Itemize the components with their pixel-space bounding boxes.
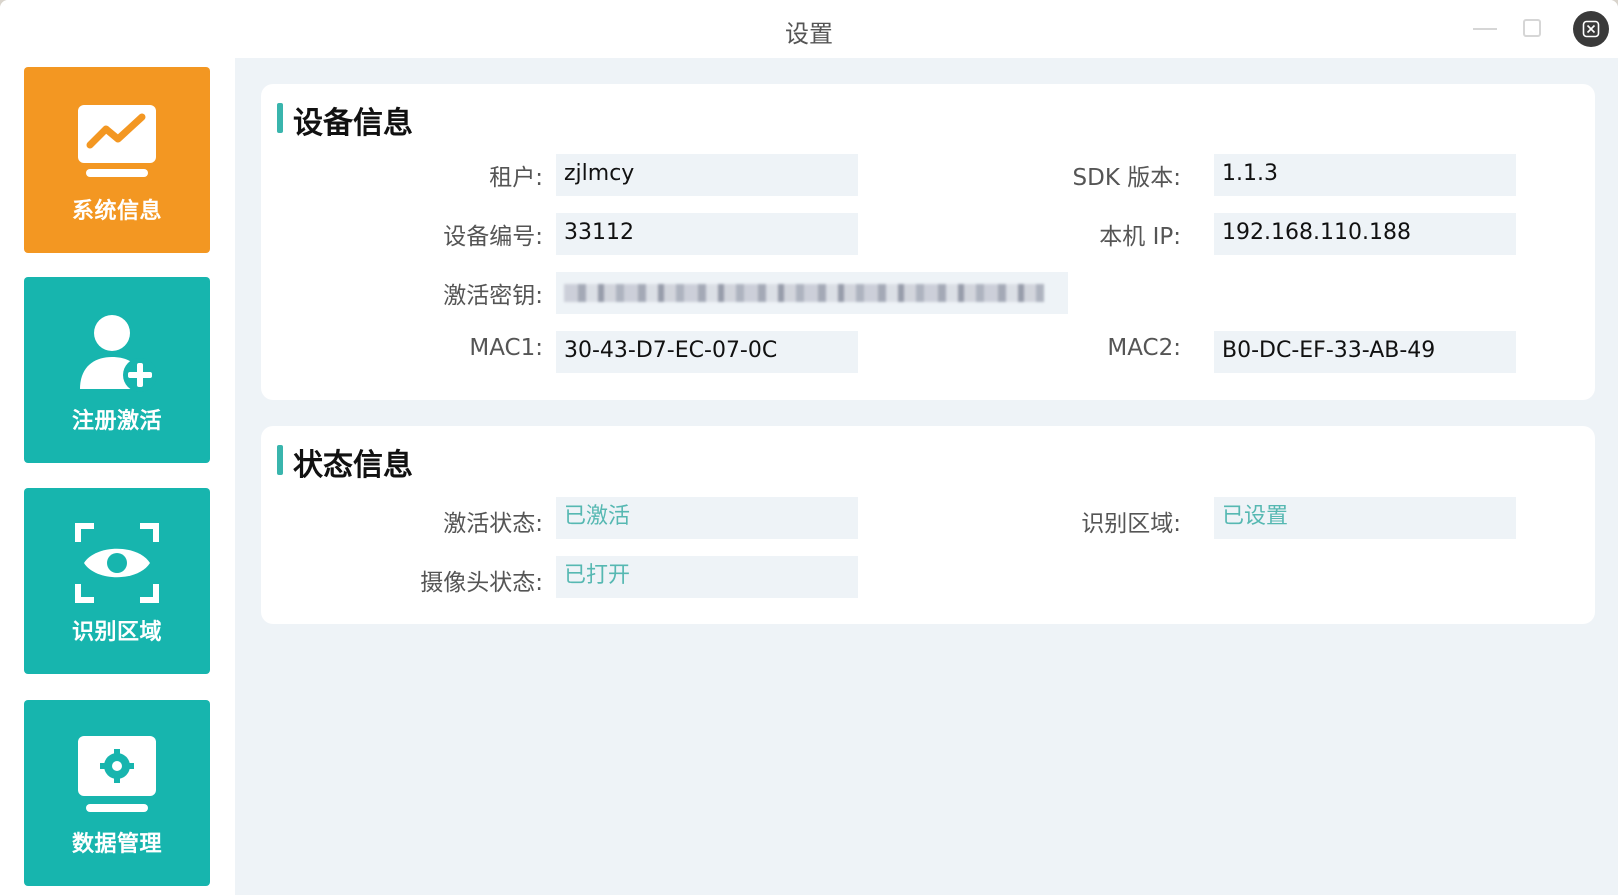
mac1-value: 30-43-D7-EC-07-0C	[556, 331, 858, 373]
recognition-area-label: 识别区域:	[1081, 511, 1181, 537]
camera-status-label: 摄像头状态:	[420, 570, 543, 596]
nav-register-activate[interactable]: 注册激活	[24, 277, 210, 463]
status-info-card: 状态信息 激活状态: 已激活 识别区域: 已设置 摄像头状态: 已打开	[261, 426, 1595, 624]
device-info-title: 设备信息	[277, 98, 413, 142]
local-ip-label: 本机 IP:	[1099, 224, 1181, 250]
nav-system-info[interactable]: 系统信息	[24, 67, 210, 253]
mac2-label: MAC2:	[1107, 335, 1181, 361]
device-number-label: 设备编号:	[443, 224, 543, 250]
sdk-version-value: 1.1.3	[1214, 154, 1516, 196]
device-number-value: 33112	[556, 213, 858, 255]
tenant-label: 租户:	[489, 165, 543, 191]
device-info-card: 设备信息 租户: zjlmcy SDK 版本: 1.1.3 设备编号: 3311…	[261, 84, 1595, 400]
title-bar: 设置	[0, 0, 1618, 58]
mac2-value: B0-DC-EF-33-AB-49	[1214, 331, 1516, 373]
activation-key-label: 激活密钥:	[443, 283, 543, 309]
nav-label-recognition-area: 识别区域	[71, 620, 162, 645]
minimize-button[interactable]	[1473, 28, 1497, 30]
gear-monitor-icon	[78, 736, 156, 812]
settings-window: 设置 系统信息 注册激活 识别区域 数据管理 设备信息 租户: zjlmcy S…	[0, 0, 1618, 895]
nav-label-data-management: 数据管理	[71, 832, 162, 857]
user-add-icon	[80, 315, 157, 392]
sidebar: 系统信息 注册激活 识别区域 数据管理	[0, 58, 235, 895]
activation-status-value: 已激活	[556, 497, 858, 539]
redacted-key	[564, 284, 1044, 302]
close-icon	[1582, 20, 1600, 38]
nav-label-register-activate: 注册激活	[71, 409, 162, 434]
mac1-label: MAC1:	[469, 335, 543, 361]
local-ip-value: 192.168.110.188	[1214, 213, 1516, 255]
main-content: 设备信息 租户: zjlmcy SDK 版本: 1.1.3 设备编号: 3311…	[235, 58, 1618, 895]
window-title: 设置	[785, 20, 833, 48]
activation-status-label: 激活状态:	[443, 511, 543, 537]
maximize-button[interactable]	[1523, 19, 1541, 37]
nav-data-management[interactable]: 数据管理	[24, 700, 210, 886]
activation-key-value	[556, 272, 1068, 314]
recognition-area-value: 已设置	[1214, 497, 1516, 539]
status-info-title: 状态信息	[277, 440, 413, 484]
nav-recognition-area[interactable]: 识别区域	[24, 488, 210, 674]
sdk-version-label: SDK 版本:	[1072, 165, 1181, 191]
eye-scan-icon	[75, 523, 159, 603]
tenant-value: zjlmcy	[556, 154, 858, 196]
camera-status-value: 已打开	[556, 556, 858, 598]
nav-label-system-info: 系统信息	[71, 199, 162, 224]
chart-monitor-icon	[78, 105, 156, 177]
close-button[interactable]	[1573, 11, 1609, 47]
